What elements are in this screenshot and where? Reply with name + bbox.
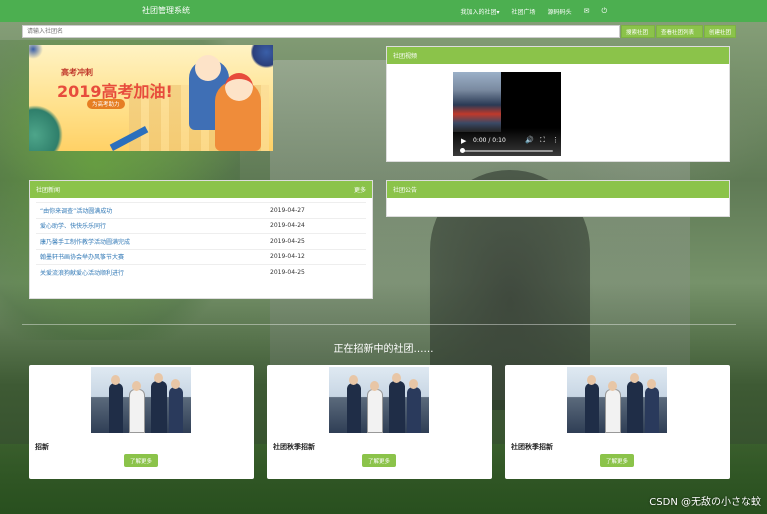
student-head-illustration (225, 73, 253, 101)
news-row: 爱心助学、快快乐乐同行 2019-04-24 (36, 217, 366, 234)
student-figure (605, 389, 621, 433)
student-figure (347, 383, 361, 433)
fullscreen-icon[interactable]: ⛶ (540, 136, 545, 145)
banner-leaf-decoration (29, 45, 43, 59)
news-title-link[interactable]: 翰墨轩书画协会举办风筝节大赛 (36, 252, 124, 261)
student-head-illustration (195, 55, 221, 81)
student-head (647, 379, 656, 389)
banner-subtitle: 高考冲刺 (61, 68, 93, 77)
news-title-link[interactable]: “由你来调查”活动圆满成功 (36, 206, 112, 215)
club-news-panel: 社团新闻 更多 “由你来调查”活动圆满成功 2019-04-27 爱心助学、快快… (29, 180, 373, 299)
student-head (608, 381, 617, 391)
video-progress-bar[interactable] (461, 150, 553, 152)
student-head (349, 375, 358, 385)
student-head (132, 381, 141, 391)
play-icon[interactable]: ▶ (461, 137, 466, 145)
panel-header: 社团公告 (387, 181, 729, 198)
student-head (630, 373, 639, 383)
club-notice-panel: 社团公告 (386, 180, 730, 217)
student-figure (389, 381, 405, 433)
panel-title: 社团公告 (393, 187, 418, 194)
video-controls: ▶ 0:00 / 0:10 🔊 ⛶ ⋮ (453, 128, 561, 156)
student-figure (151, 381, 167, 433)
panel-title: 社团新闻 (36, 187, 61, 194)
top-navbar: 社团管理系统 我加入的社团▾ 社团广场 源码码头 ✉ ⏻ (0, 0, 767, 22)
panel-title: 社团视频 (393, 53, 418, 60)
card-club-name: 招新 (35, 443, 49, 451)
student-figure (645, 387, 659, 433)
navbar-links: 我加入的社团▾ 社团广场 源码码头 ✉ ⏻ (461, 0, 607, 22)
student-head (370, 381, 379, 391)
student-figure (407, 387, 421, 433)
create-club-button[interactable]: 创建社团 (704, 25, 736, 38)
student-figure (129, 389, 145, 433)
news-title-link[interactable]: 关爱流浪狗献爱心活动顺利进行 (36, 268, 124, 277)
news-date: 2019-04-24 (270, 222, 305, 230)
video-time: 0:00 / 0:10 (473, 137, 506, 144)
news-row: 翰墨轩书画协会举办风筝节大赛 2019-04-12 (36, 248, 366, 265)
news-row: 关爱流浪狗献爱心活动顺利进行 2019-04-25 (36, 264, 366, 280)
student-head (154, 373, 163, 383)
exam-banner-image[interactable]: 高考冲刺 2019高考加油! 为高考助力 (29, 45, 273, 151)
mail-icon[interactable]: ✉ (584, 7, 590, 15)
brand-title[interactable]: 社团管理系统 (142, 5, 190, 16)
news-more-link[interactable]: 更多 (354, 185, 366, 194)
student-head (171, 379, 180, 389)
student-head (409, 379, 418, 389)
news-list: “由你来调查”活动圆满成功 2019-04-27 爱心助学、快快乐乐同行 201… (30, 198, 372, 284)
student-figure (109, 383, 123, 433)
students-photo (567, 367, 667, 433)
club-list-button[interactable]: 查看社团列表 (656, 25, 703, 38)
nav-source-dock[interactable]: 源码码头 (548, 7, 572, 16)
news-row: “由你来调查”活动圆满成功 2019-04-27 (36, 202, 366, 218)
student-figure (627, 381, 643, 433)
recruit-card: 社团秋季招新 了解更多 (267, 365, 492, 479)
student-head (392, 373, 401, 383)
news-date: 2019-04-12 (270, 253, 305, 261)
volume-icon[interactable]: 🔊 (525, 136, 534, 144)
news-date: 2019-04-25 (270, 237, 305, 245)
banner-plant-decoration (29, 105, 63, 151)
card-club-name: 社团秋季招新 (511, 443, 553, 451)
card-club-name: 社团秋季招新 (273, 443, 315, 451)
power-icon[interactable]: ⏻ (601, 7, 607, 16)
student-head (587, 375, 596, 385)
more-options-icon[interactable]: ⋮ (552, 136, 559, 144)
learn-more-button[interactable]: 了解更多 (600, 454, 634, 467)
recruiting-section-title: 正在招新中的社团…… (333, 344, 434, 355)
video-player[interactable]: ▶ 0:00 / 0:10 🔊 ⛶ ⋮ (453, 72, 561, 156)
student-head (111, 375, 120, 385)
panel-header: 社团视频 (387, 47, 729, 64)
nav-my-clubs-dropdown[interactable]: 我加入的社团▾ (461, 7, 500, 16)
learn-more-button[interactable]: 了解更多 (362, 454, 396, 467)
students-photo (329, 367, 429, 433)
panel-header: 社团新闻 更多 (30, 181, 372, 198)
club-search-input[interactable] (22, 25, 620, 38)
club-video-panel: 社团视频 ▶ 0:00 / 0:10 🔊 ⛶ ⋮ (386, 46, 730, 162)
student-figure (169, 387, 183, 433)
search-club-button[interactable]: 搜索社团 (621, 25, 655, 38)
banner-leaf-decoration (251, 45, 273, 69)
recruit-card: 招新 了解更多 (29, 365, 254, 479)
news-row: 康乃馨手工制作教学活动圆满完成 2019-04-25 (36, 233, 366, 249)
student-figure (367, 389, 383, 433)
students-photo (91, 367, 191, 433)
student-figure (585, 383, 599, 433)
news-date: 2019-04-25 (270, 268, 305, 276)
news-date: 2019-04-27 (270, 206, 305, 214)
news-title-link[interactable]: 康乃馨手工制作教学活动圆满完成 (36, 237, 130, 246)
nav-club-square[interactable]: 社团广场 (512, 7, 536, 16)
csdn-watermark: CSDN @无敌の小さな蚊 (649, 497, 761, 508)
video-progress-knob[interactable] (460, 148, 465, 153)
learn-more-button[interactable]: 了解更多 (124, 454, 158, 467)
section-divider (22, 324, 736, 325)
news-title-link[interactable]: 爱心助学、快快乐乐同行 (36, 221, 106, 230)
video-frame (453, 72, 501, 132)
recruit-card: 社团秋季招新 了解更多 (505, 365, 730, 479)
search-bar: 搜索社团 查看社团列表 创建社团 (22, 25, 736, 38)
banner-tag: 为高考助力 (87, 99, 125, 109)
